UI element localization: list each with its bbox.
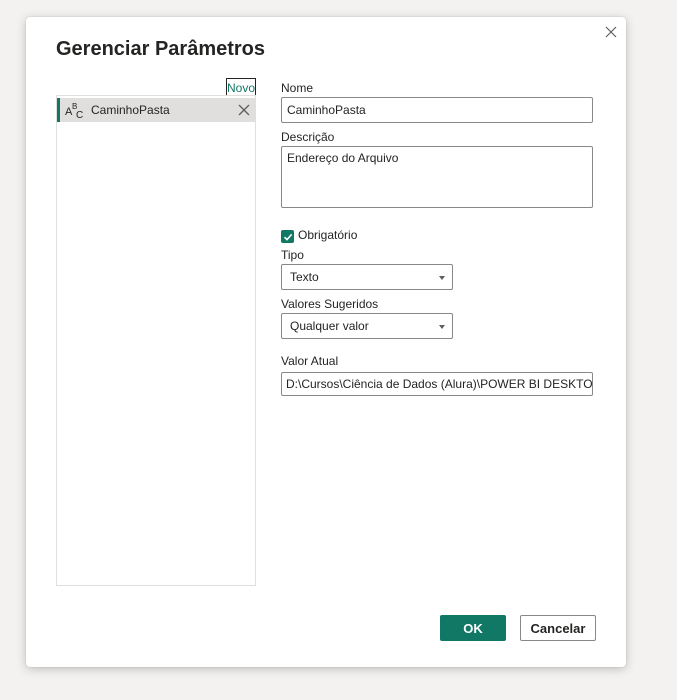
suggested-values-select-value: Qualquer valor (290, 319, 369, 333)
current-value-field[interactable]: D:\Cursos\Ciência de Dados (Alura)\POWER… (281, 372, 593, 396)
parameter-list: A B C CaminhoPasta (56, 95, 256, 586)
dialog-title: Gerenciar Parâmetros (56, 38, 266, 60)
parameter-list-item[interactable]: A B C CaminhoPasta (57, 98, 255, 122)
required-label: Obrigatório (298, 228, 358, 242)
selection-indicator (57, 98, 60, 122)
name-label: Nome (281, 81, 314, 95)
close-icon (605, 26, 617, 38)
cancel-button[interactable]: Cancelar (520, 615, 596, 641)
manage-parameters-dialog: Gerenciar Parâmetros Novo A B C CaminhoP… (26, 17, 626, 667)
required-checkbox[interactable] (281, 230, 294, 243)
chevron-down-icon (439, 276, 445, 280)
type-label: Tipo (281, 248, 304, 262)
type-select-value: Texto (290, 270, 319, 284)
abc-text-type-icon: A B C (65, 102, 83, 120)
close-button[interactable] (600, 21, 622, 43)
name-field[interactable]: CaminhoPasta (281, 97, 593, 123)
parameter-name-label: CaminhoPasta (91, 103, 170, 117)
close-icon[interactable] (237, 103, 251, 117)
checkmark-icon (283, 233, 292, 241)
current-value-label: Valor Atual (281, 354, 339, 368)
type-select[interactable]: Texto (281, 264, 453, 290)
chevron-down-icon (439, 325, 445, 329)
description-field[interactable]: Endereço do Arquivo (281, 146, 593, 208)
description-label: Descrição (281, 130, 335, 144)
ok-button[interactable]: OK (440, 615, 506, 641)
suggested-values-label: Valores Sugeridos (281, 297, 379, 311)
svg-text:C: C (76, 110, 83, 120)
suggested-values-select[interactable]: Qualquer valor (281, 313, 453, 339)
